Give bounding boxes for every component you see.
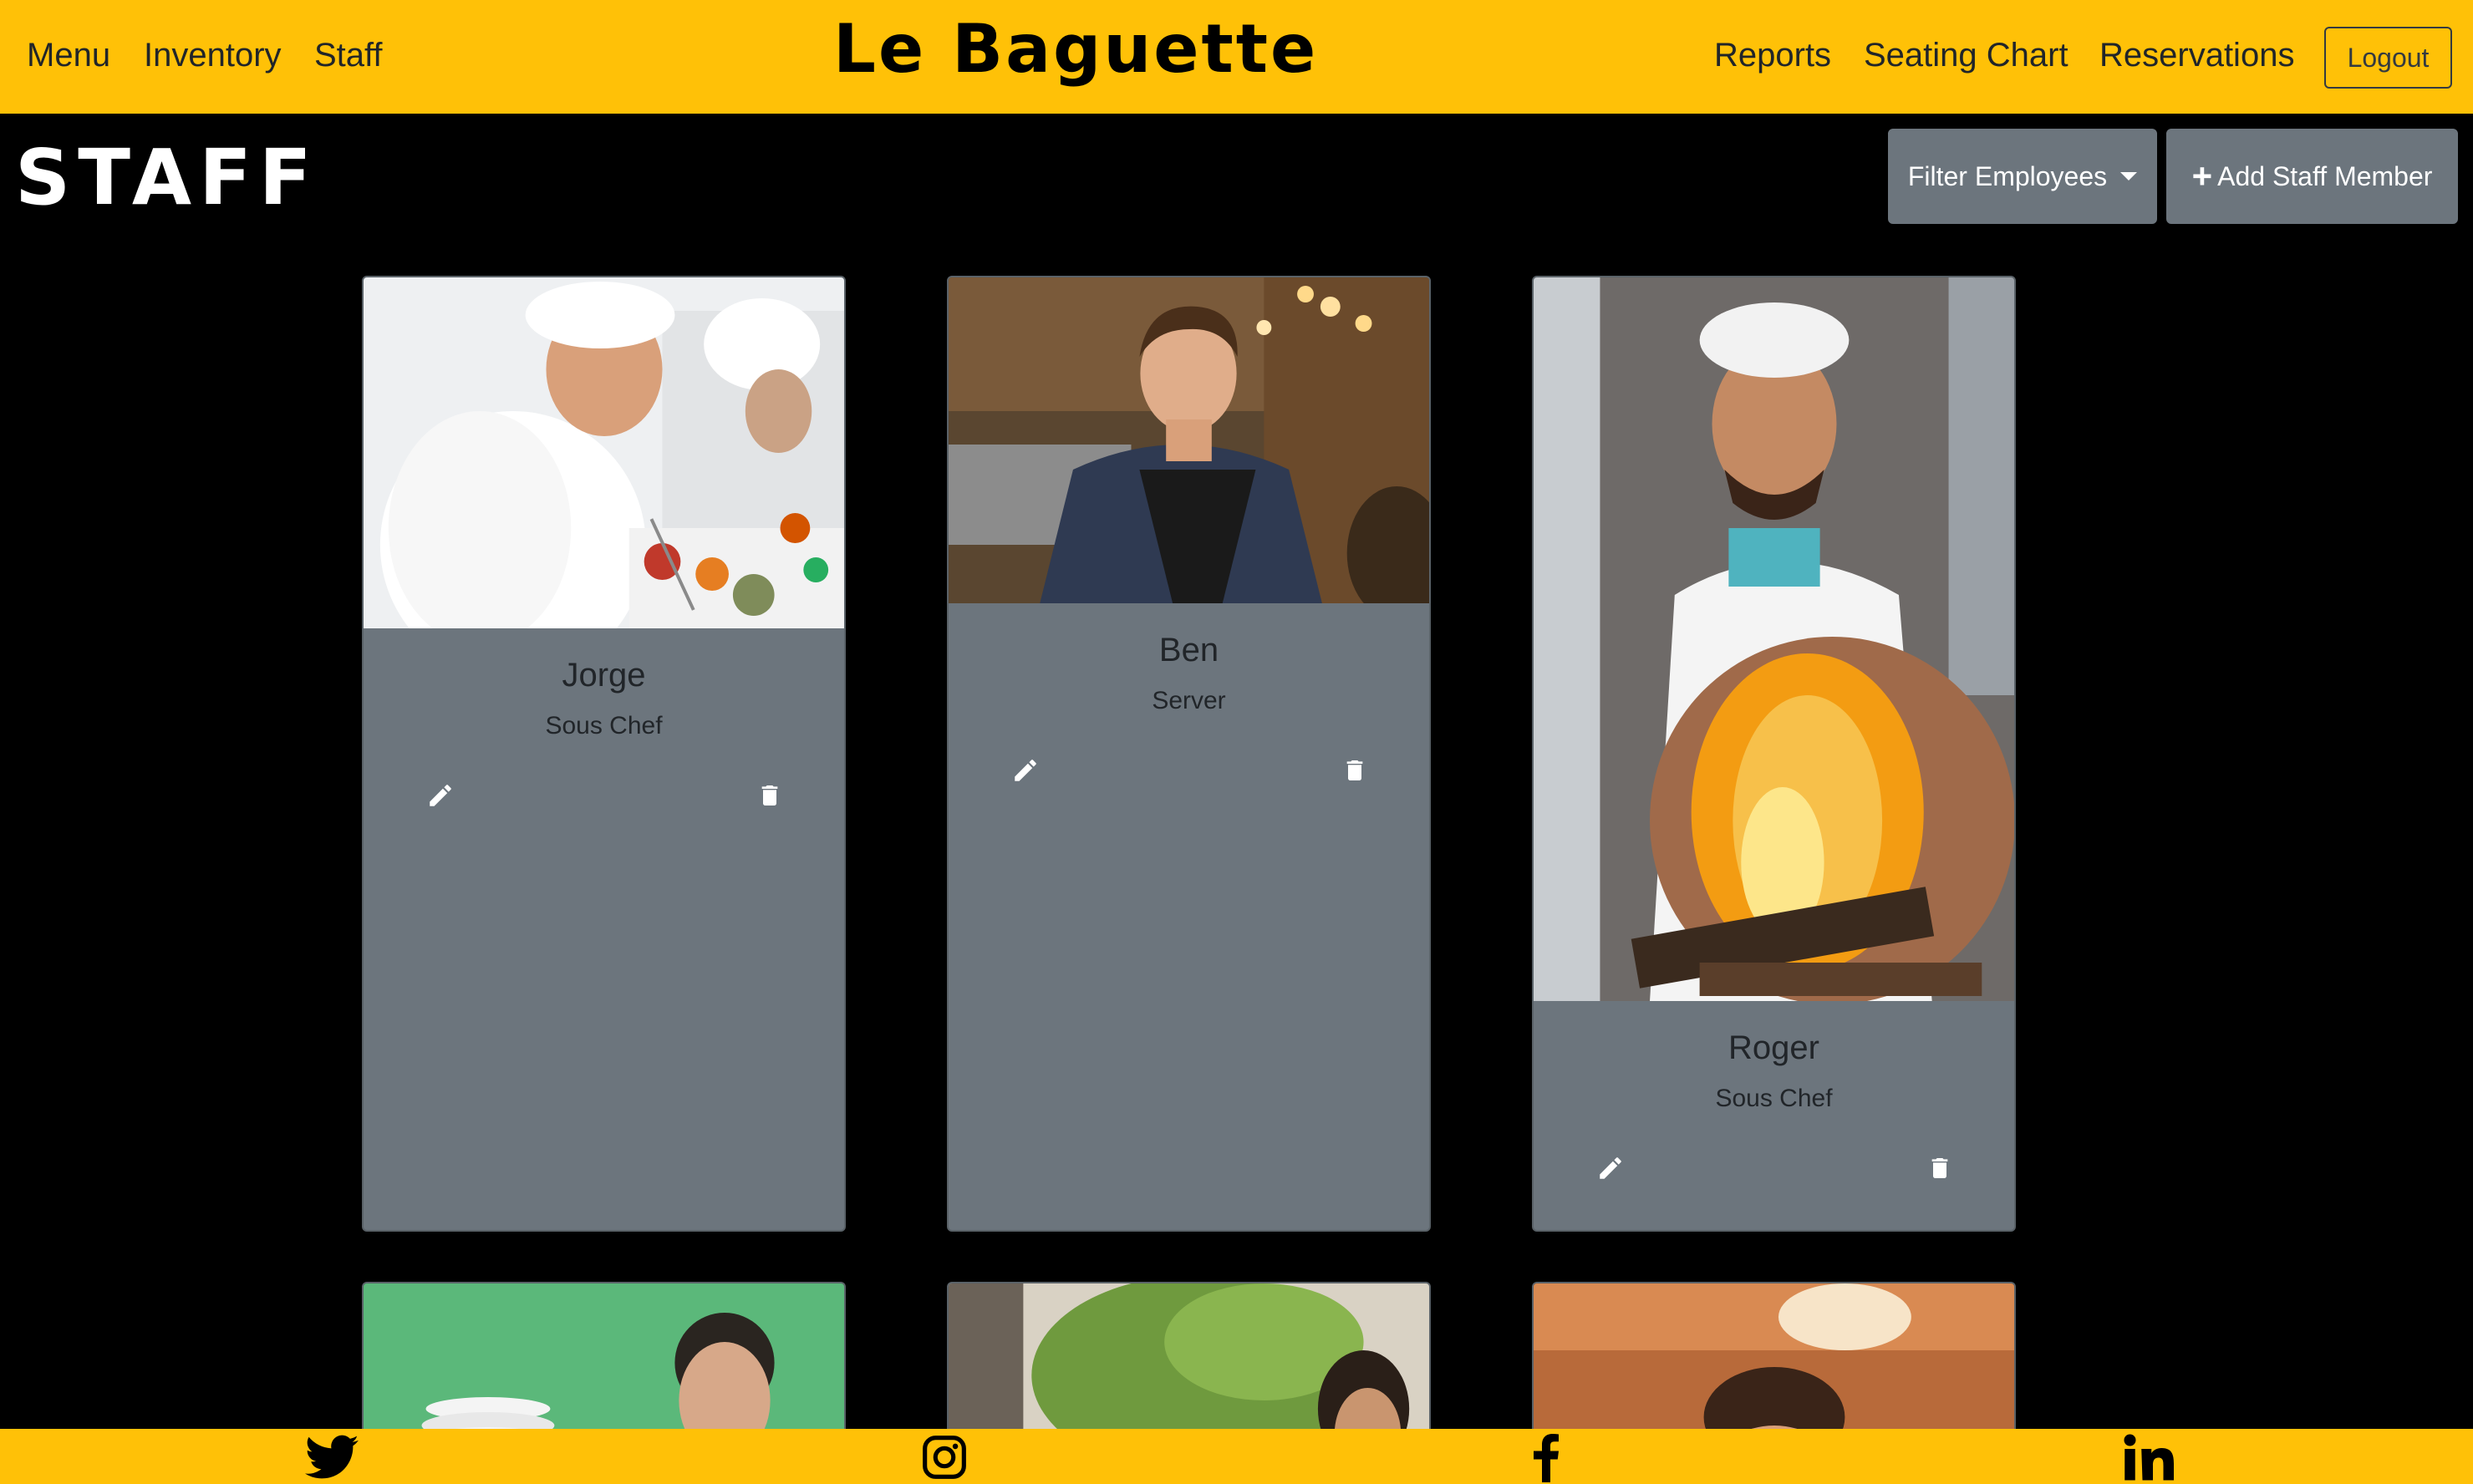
add-staff-member-button[interactable]: + Add Staff Member [2166, 129, 2458, 224]
social-footer [0, 1429, 2473, 1484]
top-navbar: Menu Inventory Staff Le Baguette Reports… [0, 0, 2473, 114]
staff-card: Jorge Sous Chef [362, 276, 846, 1232]
nav-reports-link[interactable]: Reports [1714, 30, 1831, 80]
plus-icon: + [2191, 156, 2213, 196]
staff-card: Ben Server [947, 276, 1431, 1232]
nav-staff-link[interactable]: Staff [314, 30, 383, 80]
staff-role: Sous Chef [1715, 1085, 1833, 1112]
filter-employees-label: Filter Employees [1907, 160, 2108, 191]
nav-seating-chart-link[interactable]: Seating Chart [1864, 30, 2068, 80]
trash-icon[interactable] [750, 775, 790, 816]
staff-photo [364, 277, 844, 628]
staff-photo [1534, 277, 2014, 1001]
add-staff-member-label: Add Staff Member [2217, 160, 2433, 191]
staff-name: Ben [1158, 632, 1219, 668]
staff-name: Jorge [562, 657, 646, 694]
pencil-icon[interactable] [420, 775, 461, 816]
caret-down-icon [2120, 172, 2138, 180]
trash-icon[interactable] [1335, 750, 1375, 790]
logout-button[interactable]: Logout [2324, 27, 2452, 89]
filter-employees-dropdown[interactable]: Filter Employees [1888, 129, 2157, 224]
nav-menu-link[interactable]: Menu [27, 30, 110, 80]
pencil-icon[interactable] [1590, 1148, 1631, 1188]
twitter-icon[interactable] [303, 1434, 361, 1481]
staff-photo [949, 277, 1429, 603]
pencil-icon[interactable] [1005, 750, 1046, 790]
nav-inventory-link[interactable]: Inventory [144, 30, 282, 80]
staff-role: Server [1152, 687, 1226, 714]
linkedin-icon[interactable] [2119, 1434, 2178, 1481]
trash-icon[interactable] [1920, 1148, 1960, 1188]
staff-card: Roger Sous Chef [1532, 276, 2016, 1232]
brand-logo[interactable]: Le Baguette [833, 12, 1315, 87]
nav-reservations-link[interactable]: Reservations [2099, 30, 2294, 80]
staff-name: Roger [1728, 1029, 1819, 1066]
facebook-icon[interactable] [1517, 1434, 1575, 1482]
instagram-icon[interactable] [915, 1434, 974, 1481]
page-title: STAFF [15, 133, 319, 222]
staff-role: Sous Chef [545, 712, 663, 739]
